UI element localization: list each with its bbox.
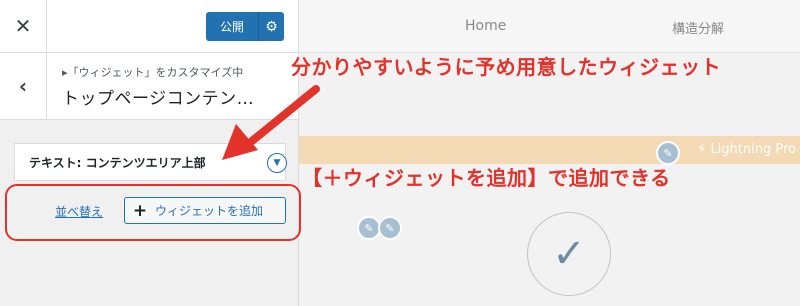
chevron-down-icon[interactable]: ▼ <box>267 153 287 173</box>
site-preview: Home 構造分解 ✎ ⚡ Lightning Pro ✎ ✎ ✓ <box>299 0 800 306</box>
annotation-prepared-widget: 分かりやすいように予め用意したウィジェット <box>291 55 722 79</box>
publish-label: 公開 <box>220 20 245 34</box>
breadcrumb: ▸「ウィジェット」をカスタマイズ中 <box>62 66 244 79</box>
highlight-box <box>5 184 301 241</box>
back-button[interactable]: ‹ <box>0 53 47 119</box>
section-header: ‹ ▸「ウィジェット」をカスタマイズ中 トップページコンテン… <box>0 53 298 120</box>
annotation-add-widget: 【＋ウィジェットを追加】で追加できる <box>302 166 671 190</box>
nav-home-link[interactable]: Home <box>465 18 506 34</box>
nav-structure-link[interactable]: 構造分解 <box>672 18 724 37</box>
customizer-sidebar: ✕ 公開 ⚙ ‹ ▸「ウィジェット」をカスタマイズ中 トップページコンテン… テ… <box>0 0 299 306</box>
section-title: トップページコンテン… <box>62 89 255 109</box>
close-button[interactable]: ✕ <box>0 0 47 52</box>
edit-pencil-icon[interactable]: ✎ <box>378 216 402 240</box>
preview-nav: Home 構造分解 <box>299 0 800 53</box>
gear-icon[interactable]: ⚙ <box>259 19 284 35</box>
widget-item[interactable]: テキスト: コンテンツエリア上部 ▼ <box>14 143 287 181</box>
brand-label: ⚡ Lightning Pro <box>697 142 796 157</box>
publish-button[interactable]: 公開 ⚙ <box>206 12 284 41</box>
check-icon: ✓ <box>527 212 611 296</box>
customizer-header: ✕ 公開 ⚙ <box>0 0 298 53</box>
check-glyph: ✓ <box>552 231 586 277</box>
close-icon: ✕ <box>14 14 32 38</box>
widget-title: テキスト: コンテンツエリア上部 <box>29 156 206 170</box>
chevron-left-icon: ‹ <box>18 74 28 98</box>
